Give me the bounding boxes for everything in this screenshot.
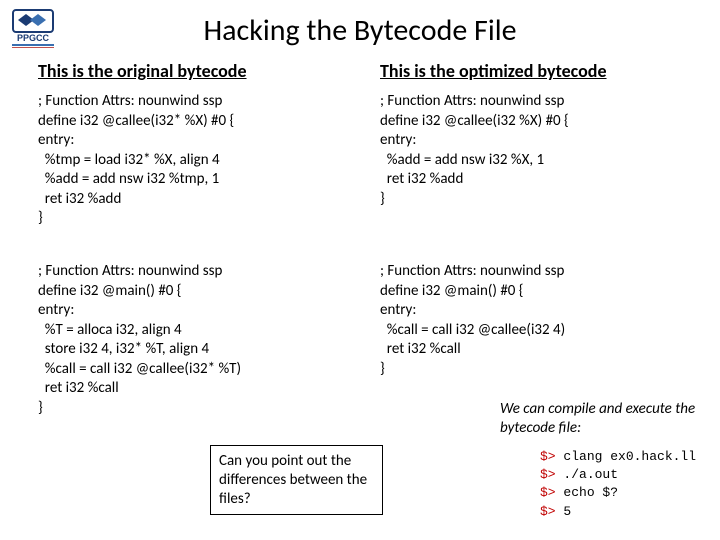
heading-optimized: This is the optimized bytecode — [380, 60, 607, 82]
heading-original: This is the original bytecode — [38, 60, 247, 82]
terminal-output: $> clang ex0.hack.ll $> ./a.out $> echo … — [540, 448, 696, 521]
code-optimized-callee: ; Function Attrs: nounwind ssp define i3… — [380, 92, 569, 209]
slide-title: Hacking the Bytecode File — [0, 12, 720, 49]
code-original-main: ; Function Attrs: nounwind ssp define i3… — [38, 262, 241, 418]
slide: PPGCC Hacking the Bytecode File This is … — [0, 0, 720, 540]
code-optimized-main: ; Function Attrs: nounwind ssp define i3… — [380, 262, 565, 379]
callout-compile-note: We can compile and execute the bytecode … — [500, 400, 710, 438]
code-original-callee: ; Function Attrs: nounwind ssp define i3… — [38, 92, 234, 229]
callout-question: Can you point out the differences betwee… — [210, 445, 383, 515]
